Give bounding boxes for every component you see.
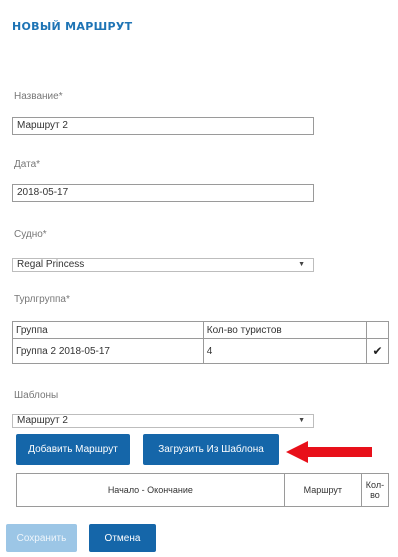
- cell-group: Группа 2 2018-05-17: [12, 338, 204, 364]
- route-table: Начало - Окончание Маршрут Кол-во: [16, 473, 390, 507]
- add-route-button[interactable]: Добавить Маршрут: [16, 434, 130, 465]
- cell-tourist-count: 4: [202, 338, 368, 364]
- chevron-down-icon: ▼: [298, 417, 305, 424]
- table-row[interactable]: Группа 2 2018-05-17 4 ✔: [12, 338, 389, 364]
- chevron-down-icon: ▼: [298, 261, 305, 268]
- column-header-route: Маршрут: [283, 473, 362, 507]
- name-label: Название*: [14, 91, 63, 102]
- page-title: НОВЫЙ МАРШРУТ: [12, 20, 133, 33]
- ship-select-value: Regal Princess: [17, 259, 85, 270]
- table-header-row: Группа Кол-во туристов: [12, 321, 389, 339]
- tourgroup-table: Группа Кол-во туристов Группа 2 2018-05-…: [12, 321, 389, 364]
- arrow-left-icon: [286, 441, 372, 463]
- name-input[interactable]: Маршрут 2: [12, 117, 314, 135]
- column-header-tourist-count: Кол-во туристов: [202, 321, 368, 339]
- templates-label: Шаблоны: [14, 390, 59, 401]
- column-header-start-end: Начало - Окончание: [16, 473, 285, 507]
- column-header-count: Кол-во: [360, 473, 390, 507]
- date-label: Дата*: [14, 159, 41, 170]
- checkbox-checked-icon: ✔: [372, 344, 383, 358]
- ship-select[interactable]: Regal Princess ▼: [12, 258, 314, 272]
- table-header-row: Начало - Окончание Маршрут Кол-во: [16, 473, 390, 507]
- template-select-value: Маршрут 2: [17, 415, 68, 426]
- row-checkbox[interactable]: ✔: [366, 338, 389, 364]
- column-header-group: Группа: [12, 321, 204, 339]
- cancel-button[interactable]: Отмена: [89, 524, 156, 552]
- ship-label: Судно*: [14, 229, 47, 240]
- template-select[interactable]: Маршрут 2 ▼: [12, 414, 314, 428]
- column-header-select: [366, 321, 389, 339]
- date-input[interactable]: 2018-05-17: [12, 184, 314, 202]
- load-template-button[interactable]: Загрузить Из Шаблона: [143, 434, 279, 465]
- tourgroup-label: Турлгруппа*: [14, 294, 70, 305]
- save-button[interactable]: Сохранить: [6, 524, 77, 552]
